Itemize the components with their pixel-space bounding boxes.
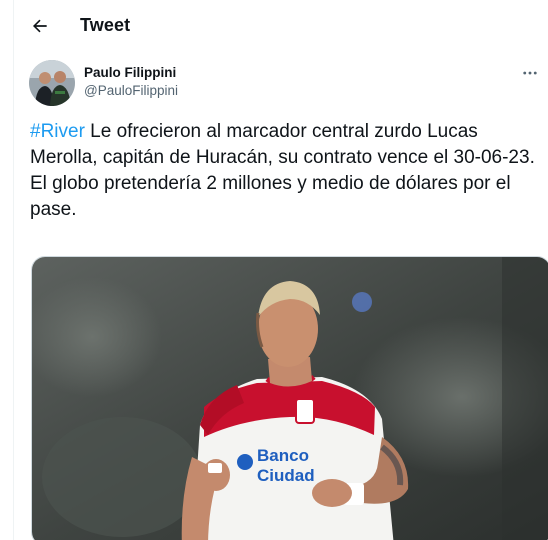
avatar[interactable] (29, 60, 75, 106)
back-button[interactable] (28, 14, 52, 38)
author-name: Paulo Filippini (84, 65, 177, 80)
jersey-sponsor-line2: Ciudad (257, 466, 315, 485)
hashtag-link[interactable]: #River (30, 121, 85, 142)
media-photo: Banco Ciudad (32, 257, 548, 540)
tweet-paragraph-1: #River Le ofrecieron al marcador central… (30, 119, 545, 171)
jersey-sponsor-line1: Banco (257, 446, 309, 465)
avatar-photo (29, 60, 75, 106)
author-handle: @PauloFilippini (84, 83, 178, 98)
more-horizontal-icon (523, 71, 537, 75)
more-options-button[interactable] (519, 62, 541, 84)
tweet-text: #River Le ofrecieron al marcador central… (30, 119, 545, 223)
tweet-media[interactable]: Banco Ciudad (31, 256, 548, 540)
tweet-paragraph-2: El globo pretendería 2 millones y medio … (30, 173, 511, 220)
page-title: Tweet (80, 15, 131, 35)
arrow-left-icon (33, 19, 47, 33)
tweet-text-rest: Le ofrecieron al marcador central zurdo … (30, 121, 535, 168)
page-header: Tweet (14, 0, 548, 53)
tweet-page: Tweet Paulo Filippini @PauloFilippini #R… (13, 0, 548, 540)
